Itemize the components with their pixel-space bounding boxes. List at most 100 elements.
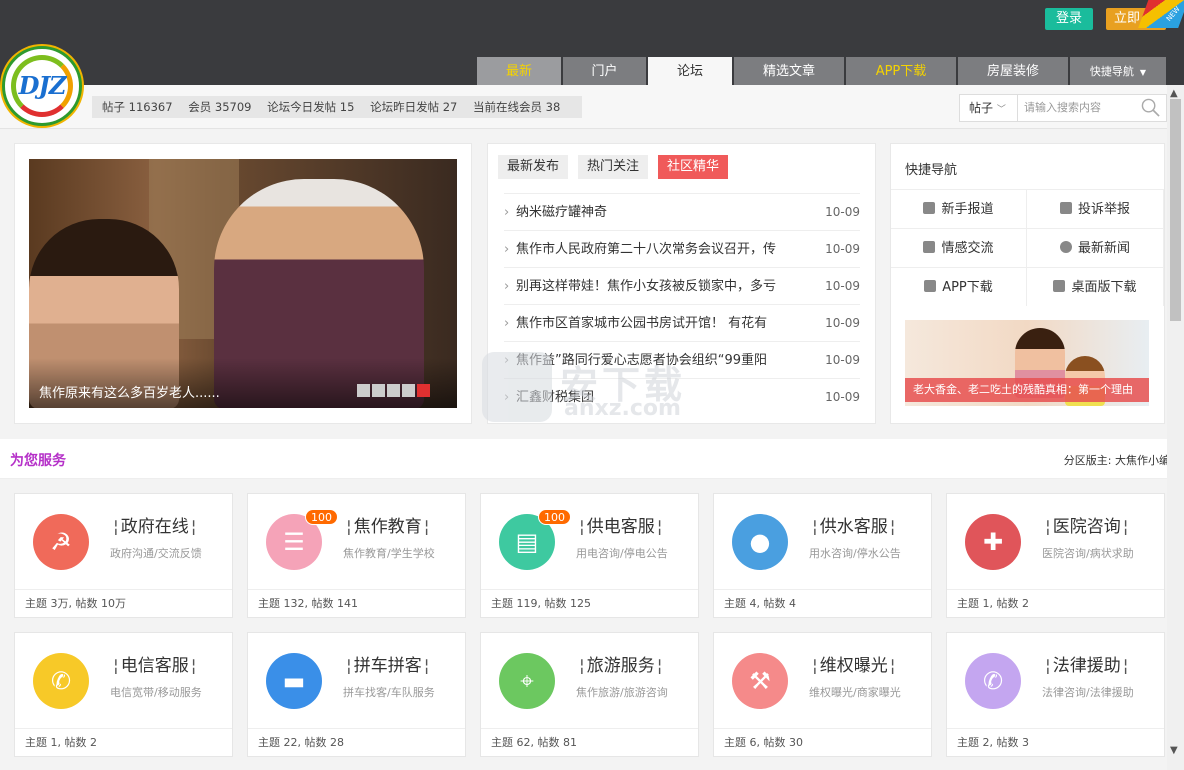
- chat-icon: [923, 241, 936, 253]
- count-badge: 100: [305, 509, 338, 525]
- service-stats: 主题 62, 帖数 81: [481, 728, 698, 756]
- tab-community-highlights[interactable]: 社区精华: [658, 155, 729, 179]
- slider-dot[interactable]: [387, 384, 400, 397]
- list-item[interactable]: 别再这样带娃！焦作小女孩被反锁家中，多亏 10-09: [504, 267, 860, 304]
- tab-featured-articles[interactable]: 精选文章: [734, 57, 844, 85]
- site-logo[interactable]: DJZ: [2, 46, 82, 126]
- service-card[interactable]: ✆ 电信客服电信宽带/移动服务主题 1, 帖数 2: [14, 632, 233, 757]
- chevron-down-icon: ▼: [1139, 68, 1147, 77]
- tab-latest-posts[interactable]: 最新发布: [498, 155, 569, 179]
- service-name[interactable]: 供电客服: [577, 512, 664, 537]
- news-title[interactable]: 焦作市人民政府第二十八次常务会议召开，传: [516, 231, 786, 267]
- scroll-up-icon[interactable]: ▲: [1170, 88, 1178, 99]
- news-date: 10-09: [817, 342, 860, 378]
- service-stats: 主题 6, 帖数 30: [714, 728, 931, 756]
- service-icon-circle[interactable]: ⚒: [732, 653, 788, 709]
- service-desc: 维权曝光/商家曝光: [809, 686, 901, 699]
- service-name[interactable]: 拼车拼客: [344, 651, 431, 676]
- promo-banner[interactable]: 老大香金、老二吃土的残酷真相：第一个理由: [905, 320, 1149, 406]
- list-item[interactable]: 焦作市区首家城市公园书房试开馆！ 有花有 10-09: [504, 304, 860, 341]
- service-name[interactable]: 电信客服: [111, 651, 198, 676]
- chevron-down-icon: ﹀: [996, 105, 1006, 115]
- map-pin-icon: ⌖: [520, 667, 534, 695]
- tab-forum[interactable]: 论坛: [648, 57, 732, 85]
- service-card[interactable]: ✆ 法律援助法律咨询/法律援助主题 2, 帖数 3: [946, 632, 1165, 757]
- search-type-select[interactable]: 帖子 ﹀: [960, 95, 1018, 121]
- service-desc: 医院咨询/病状求助: [1042, 547, 1134, 560]
- search-icon[interactable]: [1141, 98, 1160, 117]
- slider-dot[interactable]: [357, 384, 370, 397]
- quick-nav-panel: 快捷导航 新手报道 投诉举报 情感交流 最新新闻 APP下载 桌面版下载 老大香…: [890, 143, 1165, 424]
- service-stats: 主题 1, 帖数 2: [947, 589, 1164, 617]
- section-moderator[interactable]: 分区版主: 大焦作小编: [1064, 452, 1170, 468]
- service-card[interactable]: ▬ 拼车拼客拼车找客/车队服务主题 22, 帖数 28: [247, 632, 466, 757]
- list-item[interactable]: 焦作市人民政府第二十八次常务会议召开，传 10-09: [504, 230, 860, 267]
- login-button[interactable]: 登录: [1045, 8, 1093, 30]
- service-icon-circle[interactable]: ✆: [33, 653, 89, 709]
- news-title[interactable]: 纳米磁疗罐神奇: [516, 194, 786, 230]
- service-name[interactable]: 政府在线: [111, 512, 198, 537]
- service-icon-circle[interactable]: ⌖: [499, 653, 555, 709]
- list-item[interactable]: 纳米磁疗罐神奇 10-09: [504, 193, 860, 230]
- slider-dot[interactable]: [402, 384, 415, 397]
- search-box: 帖子 ﹀ 请输入搜索内容: [959, 94, 1167, 122]
- tab-home-decoration[interactable]: 房屋装修: [958, 57, 1068, 85]
- tab-hot[interactable]: 热门关注: [578, 155, 649, 179]
- tab-app-download[interactable]: APP下载: [846, 57, 956, 85]
- service-icon-circle[interactable]: ●: [732, 514, 788, 570]
- services-header: 为您服务 分区版主: 大焦作小编: [0, 439, 1184, 479]
- phone-icon: ✆: [50, 667, 72, 695]
- service-card[interactable]: ✚ 医院咨询医院咨询/病状求助主题 1, 帖数 2: [946, 493, 1165, 618]
- logo-text: DJZ: [18, 71, 67, 100]
- quick-nav-desktop-download[interactable]: 桌面版下载: [1027, 267, 1164, 306]
- news-title[interactable]: 焦作市区首家城市公园书房试开馆！ 有花有: [516, 305, 786, 341]
- service-icon-circle[interactable]: ☭: [33, 514, 89, 570]
- slider-caption[interactable]: 焦作原来有这么多百岁老人......: [29, 358, 457, 408]
- tab-quick-nav[interactable]: 快捷导航 ▼: [1070, 57, 1166, 85]
- flag-icon: [1059, 202, 1072, 214]
- car-icon: ▬: [282, 667, 306, 695]
- news-tabs: 最新发布 热门关注 社区精华: [498, 155, 738, 179]
- tab-portal[interactable]: 门户: [563, 57, 646, 85]
- stats-bar: 帖子 116367 会员 35709 论坛今日发帖 15 论坛昨日发帖 27 当…: [0, 85, 1184, 129]
- info-icon: [1059, 241, 1072, 253]
- tab-latest[interactable]: 最新: [477, 57, 561, 85]
- download-icon: [1053, 280, 1066, 292]
- slider-dot[interactable]: [372, 384, 385, 397]
- quick-nav-report[interactable]: 投诉举报: [1027, 189, 1164, 228]
- service-icon-circle[interactable]: ✚: [965, 514, 1021, 570]
- news-title[interactable]: 别再这样带娃！焦作小女孩被反锁家中，多亏: [516, 268, 786, 304]
- service-desc: 法律咨询/法律援助: [1042, 686, 1134, 699]
- download-icon: [924, 280, 937, 292]
- service-name[interactable]: 医院咨询: [1043, 512, 1130, 537]
- scrollbar[interactable]: ▲ ▼: [1167, 85, 1184, 770]
- news-date: 10-09: [817, 305, 860, 341]
- service-desc: 政府沟通/交流反馈: [110, 547, 202, 560]
- service-card[interactable]: ☰100焦作教育焦作教育/学生学校主题 132, 帖数 141: [247, 493, 466, 618]
- service-card[interactable]: ⚒ 维权曝光维权曝光/商家曝光主题 6, 帖数 30: [713, 632, 932, 757]
- watermark-logo: 安下载 anxz.com: [482, 352, 712, 422]
- scroll-down-icon[interactable]: ▼: [1170, 745, 1178, 756]
- slider-dot-active[interactable]: [417, 384, 430, 397]
- service-card[interactable]: ⌖ 旅游服务焦作旅游/旅游咨询主题 62, 帖数 81: [480, 632, 699, 757]
- service-stats: 主题 3万, 帖数 10万: [15, 589, 232, 617]
- search-input[interactable]: 请输入搜索内容: [1024, 95, 1101, 121]
- quick-nav-newbie[interactable]: 新手报道: [891, 189, 1027, 228]
- service-card[interactable]: ▤100供电客服用电咨询/停电公告主题 119, 帖数 125: [480, 493, 699, 618]
- service-name[interactable]: 供水客服: [810, 512, 897, 537]
- slider-dots: [357, 384, 432, 397]
- service-name[interactable]: 法律援助: [1043, 651, 1130, 676]
- service-name[interactable]: 焦作教育: [344, 512, 431, 537]
- quick-nav-news[interactable]: 最新新闻: [1027, 228, 1164, 267]
- service-card[interactable]: ☭ 政府在线政府沟通/交流反馈主题 3万, 帖数 10万: [14, 493, 233, 618]
- service-name[interactable]: 旅游服务: [577, 651, 664, 676]
- service-stats: 主题 1, 帖数 2: [15, 728, 232, 756]
- image-slider: 焦作原来有这么多百岁老人......: [14, 143, 472, 424]
- service-card[interactable]: ● 供水客服用水咨询/停水公告主题 4, 帖数 4: [713, 493, 932, 618]
- quick-nav-emotion[interactable]: 情感交流: [891, 228, 1027, 267]
- service-icon-circle[interactable]: ▬: [266, 653, 322, 709]
- service-icon-circle[interactable]: ✆: [965, 653, 1021, 709]
- service-name[interactable]: 维权曝光: [810, 651, 897, 676]
- quick-nav-app-download[interactable]: APP下载: [891, 267, 1027, 306]
- scrollbar-thumb[interactable]: [1170, 99, 1181, 321]
